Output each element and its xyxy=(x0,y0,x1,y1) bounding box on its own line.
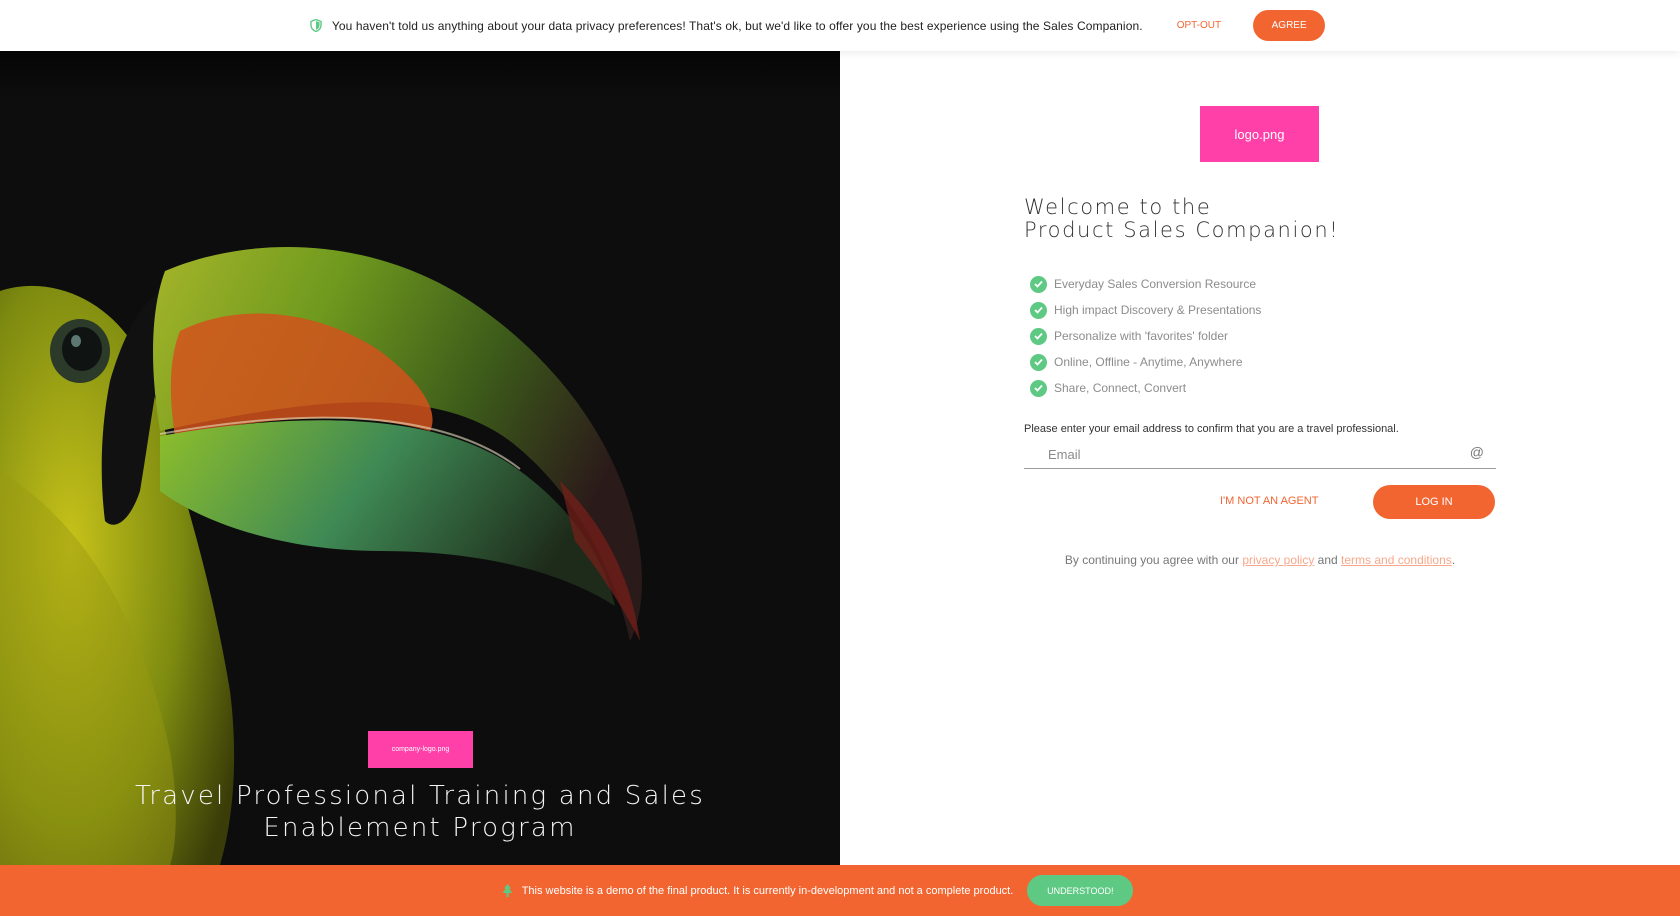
privacy-banner: You haven't told us anything about your … xyxy=(0,0,1680,51)
demo-banner-content: This website is a demo of the final prod… xyxy=(502,875,1134,906)
app-logo: logo.png xyxy=(1200,106,1319,162)
agree-button[interactable]: AGREE xyxy=(1253,10,1326,41)
welcome-heading: Welcome to the Product Sales Companion! xyxy=(1024,196,1339,242)
check-circle-icon xyxy=(1030,379,1047,397)
shield-icon xyxy=(310,19,322,32)
not-an-agent-button[interactable]: I'M NOT AN AGENT xyxy=(1220,495,1318,507)
at-sign-icon: @ xyxy=(1469,444,1484,460)
privacy-message: You haven't told us anything about your … xyxy=(331,18,1143,33)
feature-item: Online, Offline - Anytime, Anywhere xyxy=(1030,349,1261,375)
legal-prefix: By continuing you agree with our xyxy=(1064,553,1243,567)
check-circle-icon xyxy=(1030,353,1047,371)
feature-label: Online, Offline - Anytime, Anywhere xyxy=(1054,355,1243,369)
log-in-button[interactable]: LOG IN xyxy=(1373,485,1495,519)
login-panel: logo.png Welcome to the Product Sales Co… xyxy=(840,51,1680,865)
company-logo: company-logo.png xyxy=(368,731,473,768)
feature-label: Share, Connect, Convert xyxy=(1054,381,1187,395)
understood-button[interactable]: UNDERSTOOD! xyxy=(1027,875,1134,906)
terms-link[interactable]: terms and conditions xyxy=(1341,553,1452,567)
check-circle-icon xyxy=(1030,327,1047,345)
feature-item: High impact Discovery & Presentations xyxy=(1030,297,1261,323)
check-circle-icon xyxy=(1030,275,1047,293)
feature-item: Everyday Sales Conversion Resource xyxy=(1030,271,1261,297)
welcome-line-1: Welcome to the xyxy=(1024,195,1212,219)
legal-and: and xyxy=(1314,553,1342,567)
feature-item: Personalize with 'favorites' folder xyxy=(1030,323,1261,349)
email-prompt: Please enter your email address to confi… xyxy=(1024,423,1399,435)
legal-suffix: . xyxy=(1451,553,1456,567)
opt-out-button[interactable]: OPT-OUT xyxy=(1167,14,1231,37)
demo-banner: This website is a demo of the final prod… xyxy=(0,865,1680,916)
feature-item: Share, Connect, Convert xyxy=(1030,375,1261,401)
legal-notice: By continuing you agree with our privacy… xyxy=(840,553,1680,567)
demo-message: This website is a demo of the final prod… xyxy=(521,884,1014,897)
hero-panel: company-logo.png Travel Professional Tra… xyxy=(0,51,840,865)
feature-label: High impact Discovery & Presentations xyxy=(1054,303,1262,317)
welcome-line-2: Product Sales Companion! xyxy=(1024,218,1340,242)
feature-label: Everyday Sales Conversion Resource xyxy=(1054,277,1257,291)
hero-title: Travel Professional Training and Sales E… xyxy=(134,781,705,843)
email-field-wrapper: @ xyxy=(1024,439,1496,469)
check-circle-icon xyxy=(1030,301,1047,319)
feature-label: Personalize with 'favorites' folder xyxy=(1054,329,1228,343)
tree-icon xyxy=(502,884,513,897)
privacy-banner-content: You haven't told us anything about your … xyxy=(310,10,1326,41)
feature-list: Everyday Sales Conversion Resource High … xyxy=(1030,271,1261,401)
privacy-policy-link[interactable]: privacy policy xyxy=(1242,553,1314,567)
email-input[interactable] xyxy=(1048,443,1448,465)
